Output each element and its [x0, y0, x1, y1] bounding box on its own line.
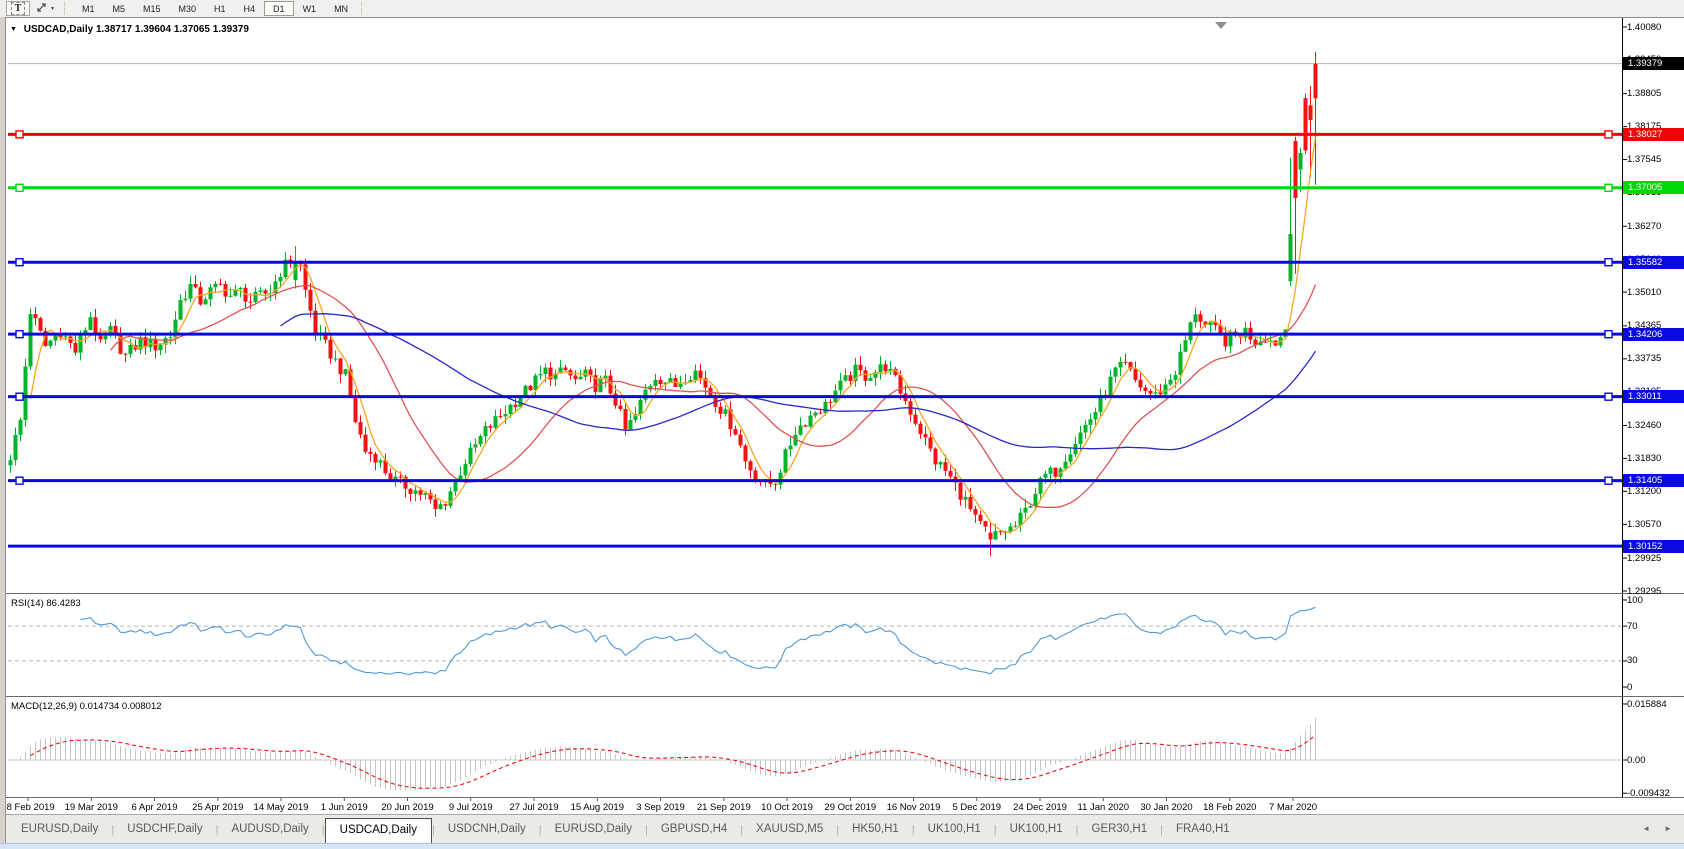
- price-line-tag: 1.35582: [1623, 256, 1684, 269]
- chart-shift-marker: [1215, 22, 1227, 29]
- price-line-tag: 1.34206: [1623, 328, 1684, 341]
- tab-scroll-left-icon[interactable]: ◄: [1642, 824, 1650, 833]
- macd-axis-tick: 0.015884: [1627, 699, 1667, 710]
- text-tool-icon: T: [11, 2, 26, 15]
- macd-axis-tick: 0.00: [1627, 755, 1646, 766]
- chart-tab-bar: EURUSD,Daily|USDCHF,Daily|AUDUSD,Daily|U…: [0, 814, 1684, 843]
- chart-title: ▼ USDCAD,Daily 1.38717 1.39604 1.37065 1…: [10, 24, 249, 35]
- x-axis-label: 1 Jun 2019: [321, 802, 368, 813]
- x-axis-label: 21 Sep 2019: [697, 802, 751, 813]
- trading-platform-window: T ▼ M1M5M15M30H1H4D1W1MN ▼ USDCAD,Daily …: [0, 0, 1684, 849]
- x-axis-label: 16 Nov 2019: [887, 802, 941, 813]
- timeframe-button-m30[interactable]: M30: [170, 1, 206, 16]
- bottom-scroll-strip: [0, 843, 1684, 849]
- x-axis-label: 28 Feb 2019: [1, 802, 54, 813]
- chart-tabs: EURUSD,Daily|USDCHF,Daily|AUDUSD,Daily|U…: [8, 815, 1243, 843]
- tab-hk50-h1[interactable]: HK50,H1: [839, 820, 912, 838]
- tab-usdchf-daily[interactable]: USDCHF,Daily: [114, 820, 215, 838]
- y-axis-tick: 1.31830: [1627, 453, 1661, 464]
- macd-label: MACD(12,26,9) 0.014734 0.008012: [11, 701, 162, 712]
- rsi-axis-tick: 100: [1627, 595, 1643, 606]
- timeframe-button-d1[interactable]: D1: [264, 1, 294, 16]
- window-left-border: [0, 17, 6, 843]
- tab-eurusd-daily[interactable]: EURUSD,Daily: [542, 820, 645, 838]
- x-axis-label: 25 Apr 2019: [192, 802, 243, 813]
- x-axis-label: 10 Oct 2019: [761, 802, 813, 813]
- rsi-plot: [0, 594, 1684, 696]
- macd-plot: [0, 697, 1684, 797]
- price-line-tag: 1.38027: [1623, 128, 1684, 141]
- price-line-tag: 1.31405: [1623, 474, 1684, 487]
- y-axis-tick: 1.29925: [1627, 553, 1661, 564]
- toolbar-separator: [361, 2, 366, 15]
- y-axis-tick: 1.35010: [1627, 287, 1661, 298]
- x-axis-label: 6 Apr 2019: [132, 802, 178, 813]
- timeframe-button-w1[interactable]: W1: [294, 1, 326, 16]
- rsi-indicator-pane[interactable]: RSI(14) 86.4283 100 70 30 0: [0, 593, 1684, 696]
- current-price-tag: 1.39379: [1623, 57, 1684, 70]
- macd-indicator-pane[interactable]: MACD(12,26,9) 0.014734 0.008012 0.015884…: [0, 696, 1684, 797]
- chart-symbol-label: USDCAD,Daily: [24, 24, 93, 35]
- x-axis-label: 11 Jan 2020: [1078, 802, 1130, 813]
- timeframe-button-m15[interactable]: M15: [134, 1, 170, 16]
- x-axis-label: 29 Oct 2019: [824, 802, 876, 813]
- timeframe-button-m5[interactable]: M5: [103, 1, 134, 16]
- x-axis-label: 15 Aug 2019: [571, 802, 624, 813]
- price-chart-pane[interactable]: ▼ USDCAD,Daily 1.38717 1.39604 1.37065 1…: [0, 17, 1684, 593]
- x-axis-label: 14 May 2019: [254, 802, 309, 813]
- tab-uk100-h1[interactable]: UK100,H1: [997, 820, 1076, 838]
- timeframe-button-h4[interactable]: H4: [235, 1, 265, 16]
- tab-gbpusd-h4[interactable]: GBPUSD,H4: [648, 820, 740, 838]
- cursor-mode-icon: [36, 2, 47, 15]
- timeframe-button-m1[interactable]: M1: [73, 1, 104, 16]
- tab-fra40-h1[interactable]: FRA40,H1: [1163, 820, 1243, 838]
- y-axis-tick: 1.40080: [1627, 22, 1661, 33]
- x-axis-label: 9 Jul 2019: [449, 802, 493, 813]
- timeframe-button-mn[interactable]: MN: [325, 1, 357, 16]
- chevron-down-icon: ▼: [50, 6, 55, 12]
- y-axis-tick: 1.32460: [1627, 420, 1661, 431]
- chart-dropdown-icon[interactable]: ▼: [10, 26, 17, 33]
- y-axis-tick: 1.36270: [1627, 221, 1661, 232]
- cursor-mode-button[interactable]: ▼: [32, 1, 59, 16]
- tab-eurusd-daily[interactable]: EURUSD,Daily: [8, 820, 111, 838]
- rsi-axis-tick: 70: [1627, 621, 1638, 632]
- y-axis-tick: 1.37545: [1627, 154, 1661, 165]
- rsi-axis-tick: 30: [1627, 655, 1638, 666]
- time-axis: 28 Feb 2019 19 Mar 2019 6 Apr 2019 25 Apr 2…: [0, 797, 1684, 814]
- x-axis-label: 30 Jan 2020: [1140, 802, 1192, 813]
- y-axis-tick: 1.30570: [1627, 519, 1661, 530]
- toolbar-separator: [64, 2, 69, 15]
- price-line-tag: 1.37005: [1623, 181, 1684, 194]
- candlestick-plot[interactable]: [0, 18, 1684, 593]
- x-axis-label: 19 Mar 2019: [65, 802, 118, 813]
- macd-axis-tick: -0.009432: [1627, 788, 1670, 799]
- text-tool-button[interactable]: T: [6, 1, 30, 16]
- tab-ger30-h1[interactable]: GER30,H1: [1079, 820, 1161, 838]
- tab-uk100-h1[interactable]: UK100,H1: [915, 820, 994, 838]
- tab-xauusd-m5[interactable]: XAUUSD,M5: [743, 820, 836, 838]
- x-axis-label: 18 Feb 2020: [1203, 802, 1256, 813]
- x-axis-label: 20 Jun 2019: [381, 802, 433, 813]
- tab-scroll-right-icon[interactable]: ►: [1664, 824, 1672, 833]
- rsi-label: RSI(14) 86.4283: [11, 598, 81, 609]
- rsi-axis-tick: 0: [1627, 682, 1632, 693]
- x-axis-label: 7 Mar 2020: [1269, 802, 1317, 813]
- y-axis-tick: 1.38805: [1627, 88, 1661, 99]
- x-axis-label: 24 Dec 2019: [1013, 802, 1067, 813]
- tab-usdcad-daily[interactable]: USDCAD,Daily: [325, 818, 432, 843]
- x-axis-label: 3 Sep 2019: [636, 802, 685, 813]
- top-toolbar: T ▼ M1M5M15M30H1H4D1W1MN: [0, 0, 1684, 17]
- y-axis-tick: 1.31200: [1627, 486, 1661, 497]
- timeframe-button-group: M1M5M15M30H1H4D1W1MN: [73, 1, 357, 16]
- x-axis-label: 5 Dec 2019: [953, 802, 1002, 813]
- price-line-tag: 1.30152: [1623, 540, 1684, 553]
- timeframe-button-h1[interactable]: H1: [205, 1, 235, 16]
- tab-usdcnh-daily[interactable]: USDCNH,Daily: [435, 820, 539, 838]
- x-axis-label: 27 Jul 2019: [509, 802, 558, 813]
- chart-ohlc-values: 1.38717 1.39604 1.37065 1.39379: [96, 24, 249, 35]
- tab-audusd-daily[interactable]: AUDUSD,Daily: [218, 820, 321, 838]
- price-line-tag: 1.33011: [1623, 390, 1684, 403]
- y-axis-tick: 1.33735: [1627, 353, 1661, 364]
